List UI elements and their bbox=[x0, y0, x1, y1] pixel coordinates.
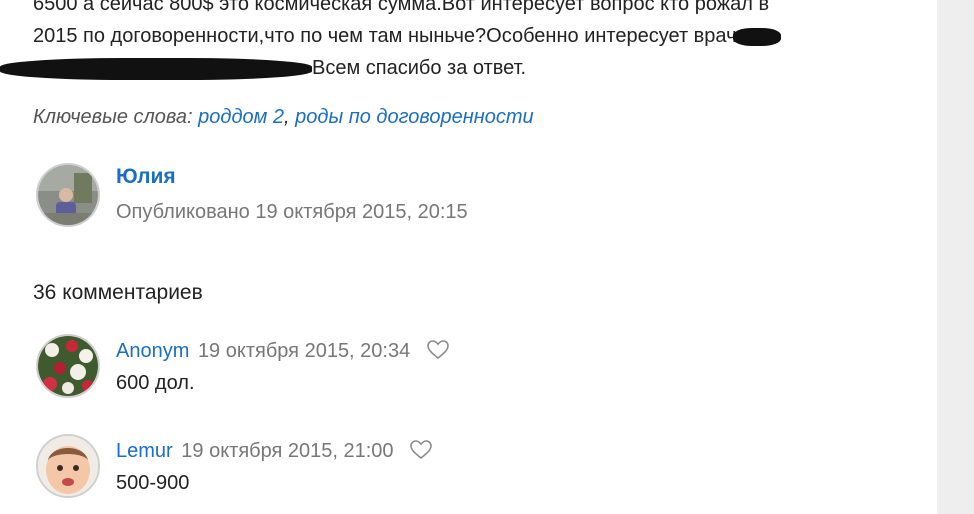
post-body: 6500 а сейчас 800$ это космическая сумма… bbox=[0, 0, 913, 84]
avatar[interactable] bbox=[36, 163, 100, 227]
keyword-link-1[interactable]: роддом 2 bbox=[198, 106, 284, 128]
published-date: Опубликовано 19 октября 2015, 20:15 bbox=[116, 201, 468, 223]
comment-avatar-baby bbox=[38, 436, 98, 496]
avatar[interactable] bbox=[36, 334, 100, 398]
comments-count: 36 комментариев bbox=[33, 281, 203, 304]
comment-meta: Lemur 19 октября 2015, 21:00 bbox=[116, 439, 433, 466]
comment-date: 19 октября 2015, 21:00 bbox=[181, 440, 394, 462]
comment-text: 600 дол. bbox=[116, 372, 195, 394]
comment-meta: Anonym 19 октября 2015, 20:34 bbox=[116, 339, 450, 366]
post-line-2: 2015 по договоренности,что по чем там ны… bbox=[33, 20, 913, 52]
post-line-1: 6500 а сейчас 800$ это космическая сумма… bbox=[33, 0, 770, 15]
keyword-separator: , bbox=[284, 106, 296, 128]
keywords-label: Ключевые слова: bbox=[33, 106, 193, 128]
side-scroll-area bbox=[937, 0, 974, 514]
keywords: Ключевые слова: роддом 2, роды по догово… bbox=[33, 106, 534, 129]
comment-text: 500-900 bbox=[116, 472, 190, 494]
author-name[interactable]: Юлия bbox=[116, 165, 176, 189]
comment-item: Anonym 19 октября 2015, 20:34 600 дол. bbox=[36, 334, 636, 404]
keyword-link-2[interactable]: роды по договоренности bbox=[295, 106, 534, 128]
comment-avatar-flowers bbox=[38, 336, 98, 396]
comment-item: Lemur 19 октября 2015, 21:00 500-900 bbox=[36, 434, 636, 504]
redaction-mark bbox=[732, 27, 781, 46]
post-line-3: Всем спасибо за ответ. bbox=[0, 52, 913, 84]
author-avatar-photo bbox=[38, 165, 98, 225]
avatar[interactable] bbox=[36, 434, 100, 498]
heart-icon[interactable] bbox=[426, 339, 450, 366]
comment-author[interactable]: Lemur bbox=[116, 440, 173, 462]
comment-author[interactable]: Anonym bbox=[116, 340, 189, 362]
post-line-2-text: 2015 по договоренности,что по чем там ны… bbox=[33, 25, 737, 47]
post-line-3-text: Всем спасибо за ответ. bbox=[312, 57, 527, 79]
post-author: Юлия Опубликовано 19 октября 2015, 20:15 bbox=[36, 163, 636, 233]
comment-date: 19 октября 2015, 20:34 bbox=[197, 340, 411, 362]
heart-icon[interactable] bbox=[409, 439, 433, 466]
redaction-mark bbox=[0, 57, 312, 80]
